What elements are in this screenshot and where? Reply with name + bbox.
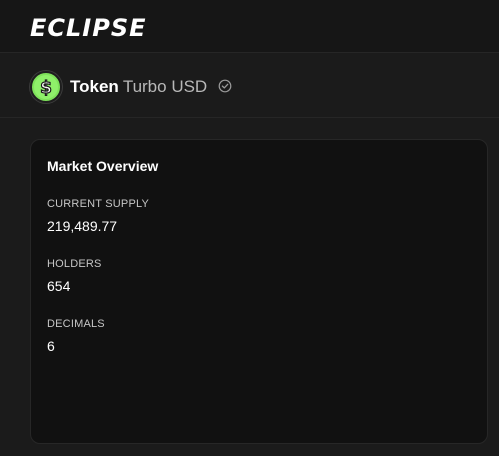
token-logo-icon: $	[30, 71, 62, 103]
token-name: Turbo USD	[122, 77, 208, 96]
token-header: $ Token Turbo USD	[0, 54, 499, 118]
token-title: Token Turbo USD	[70, 77, 207, 97]
card-title: Market Overview	[47, 158, 159, 174]
stat-value-holders: 654	[47, 278, 71, 294]
brand-logo[interactable]: ECLIPSE	[30, 14, 147, 42]
check-circle-icon	[218, 79, 232, 93]
stat-label-decimals: DECIMALS	[47, 318, 105, 330]
svg-text:$: $	[40, 78, 52, 98]
token-title-prefix: Token	[70, 77, 119, 96]
stat-label-current-supply: CURRENT SUPPLY	[47, 198, 150, 210]
stat-value-current-supply: 219,489.77	[47, 218, 118, 234]
market-overview-card: Market Overview CURRENT SUPPLY 219,489.7…	[30, 139, 488, 444]
stat-label-holders: HOLDERS	[47, 258, 102, 270]
top-navbar: ECLIPSE	[0, 0, 499, 53]
stat-value-decimals: 6	[47, 338, 55, 354]
